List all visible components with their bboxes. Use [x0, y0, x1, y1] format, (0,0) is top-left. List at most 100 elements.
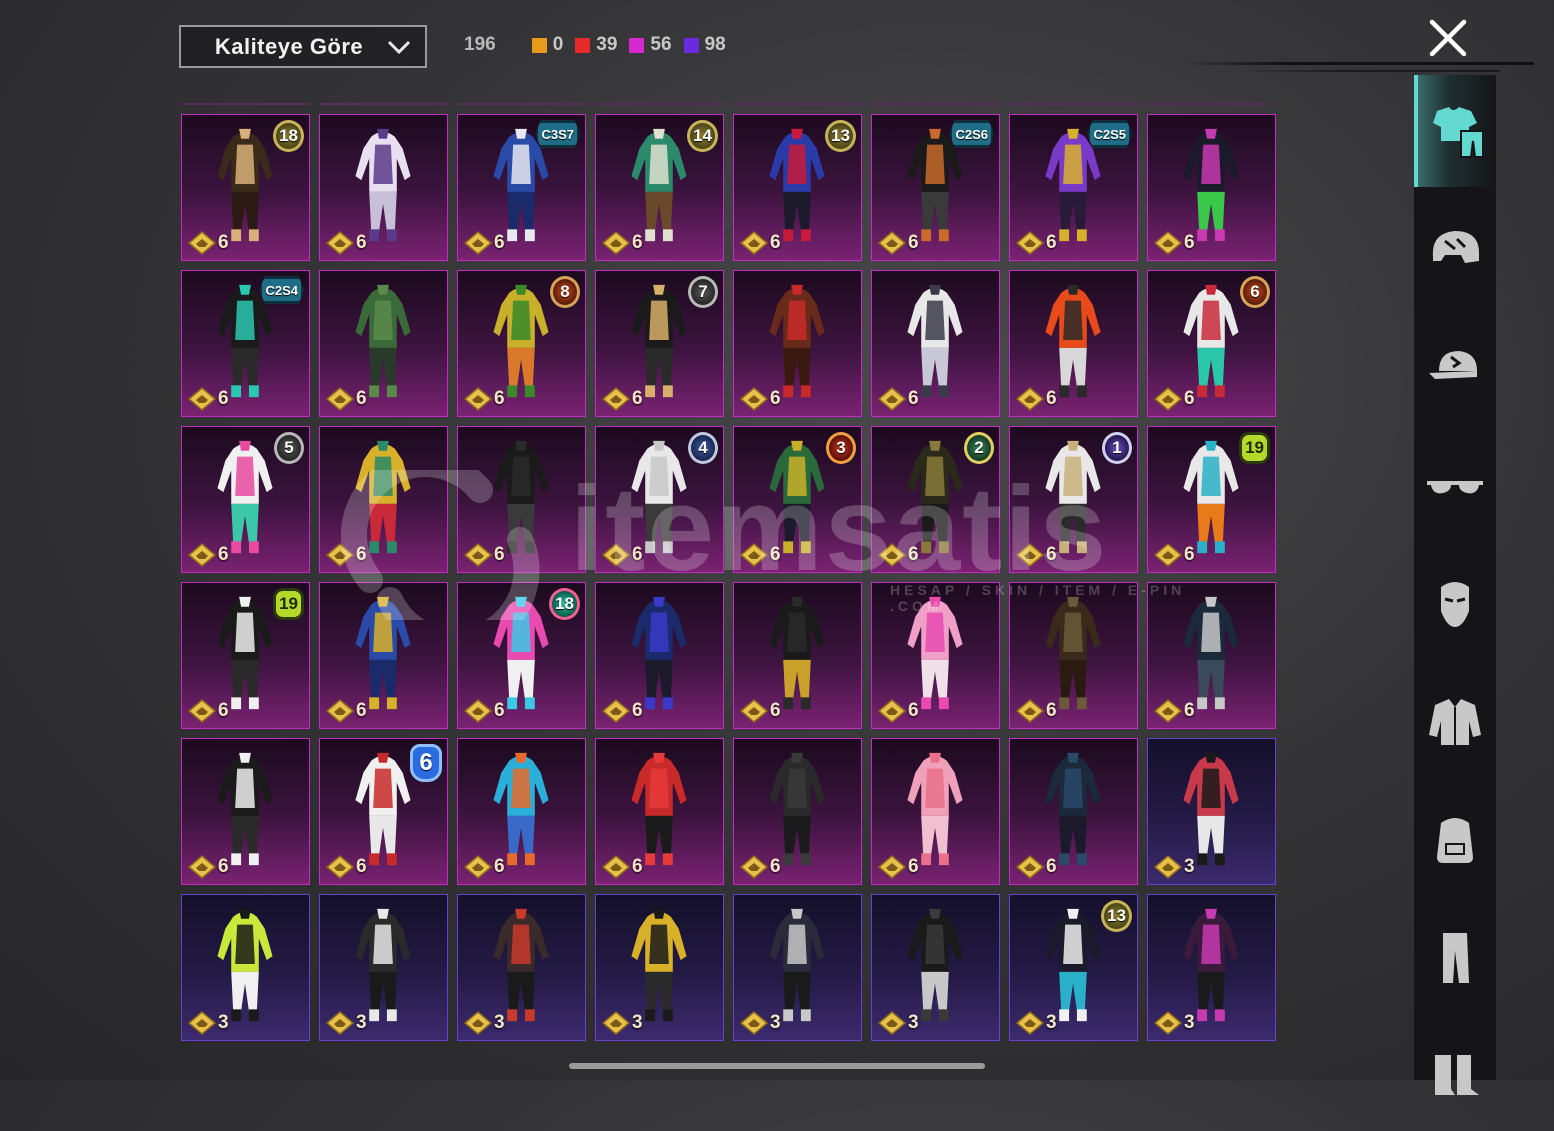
outfit-card[interactable]: 6 — [181, 738, 310, 885]
outfit-card[interactable]: C2S4 6 — [181, 270, 310, 417]
outfit-card[interactable]: 3 — [595, 894, 724, 1041]
outfit-shape — [1205, 440, 1217, 451]
outfit-card[interactable]: C2S5 6 — [1009, 114, 1138, 261]
outfit-card[interactable]: 18 6 — [181, 114, 310, 261]
outfit-shape — [1201, 612, 1221, 653]
outfit-card[interactable]: 3 — [457, 894, 586, 1041]
header-divider — [1180, 62, 1534, 65]
outfit-card[interactable]: 6 — [871, 270, 1000, 417]
outfit-card[interactable]: 6 — [319, 270, 448, 417]
tier-diamond-icon — [740, 1011, 768, 1035]
outfit-card[interactable]: 26 — [871, 426, 1000, 573]
outfit-shape — [515, 284, 527, 295]
outfit-card[interactable]: 13 6 — [733, 114, 862, 261]
outfit-card[interactable]: 66 — [319, 738, 448, 885]
category-pants[interactable] — [1414, 901, 1496, 1013]
outfit-card[interactable]: 6 — [457, 738, 586, 885]
outfit-card[interactable]: 46 — [595, 426, 724, 573]
outfit-card[interactable]: 18 6 — [457, 582, 586, 729]
outfit-card[interactable]: 6 — [319, 426, 448, 573]
level-badge: 13 — [1101, 900, 1132, 932]
outfit-card[interactable]: C3S7 6 — [457, 114, 586, 261]
outfit-card[interactable]: 76 — [595, 270, 724, 417]
outfit-shape — [507, 347, 535, 388]
outfit-shape — [938, 697, 949, 710]
outfit-card[interactable]: 19 6 — [1147, 426, 1276, 573]
jacket-icon — [1429, 699, 1481, 745]
outfit-shape — [1201, 144, 1221, 185]
outfit-card[interactable]: 36 — [733, 426, 862, 573]
outfit-card[interactable]: 16 — [1009, 426, 1138, 573]
outfit-card[interactable]: 6 — [1009, 270, 1138, 417]
outfit-card[interactable]: 6 — [871, 738, 1000, 885]
previous-row-edge — [457, 103, 586, 105]
outfit-card[interactable]: 3 — [733, 894, 862, 1041]
outfit-card[interactable]: 6 — [1009, 582, 1138, 729]
tier-indicator: 6 — [188, 543, 229, 567]
tier-diamond-icon — [464, 699, 492, 723]
outfit-shape — [938, 385, 949, 398]
level-badge: 13 — [825, 120, 856, 152]
category-boots[interactable] — [1414, 1019, 1496, 1131]
outfit-shape — [653, 752, 665, 763]
outfit-card[interactable]: 13 3 — [1009, 894, 1138, 1041]
outfit-card[interactable]: 14 6 — [595, 114, 724, 261]
outfit-card[interactable]: 56 — [181, 426, 310, 573]
outfit-card[interactable]: 6 — [319, 582, 448, 729]
tier-number: 6 — [356, 856, 367, 877]
outfit-card[interactable]: 66 — [1147, 270, 1276, 417]
outfit-card[interactable]: 3 — [181, 894, 310, 1041]
outfit-shape — [1059, 659, 1087, 700]
outfit-card[interactable]: 6 — [457, 426, 586, 573]
outfit-card[interactable]: 6 — [733, 582, 862, 729]
tier-number: 6 — [1046, 232, 1057, 253]
outfit-card[interactable]: 19 6 — [181, 582, 310, 729]
outfit-shape — [662, 229, 673, 242]
outfit-card[interactable]: 6 — [1009, 738, 1138, 885]
cap-icon — [1429, 351, 1477, 379]
outfit-card[interactable]: 6 — [871, 582, 1000, 729]
tier-indicator: 6 — [1016, 855, 1057, 879]
outfit-shape — [1059, 385, 1070, 398]
category-mask[interactable] — [1414, 547, 1496, 659]
previous-row-edge — [733, 103, 862, 105]
outfit-card[interactable]: C2S6 6 — [871, 114, 1000, 261]
outfit-shape — [524, 229, 535, 242]
close-icon[interactable] — [1426, 16, 1470, 60]
outfit-card[interactable]: 3 — [319, 894, 448, 1041]
outfit-shape — [921, 347, 949, 388]
outfit-card[interactable]: 6 — [733, 738, 862, 885]
outfit-card[interactable]: 86 — [457, 270, 586, 417]
outfit-card[interactable]: 3 — [871, 894, 1000, 1041]
level-badge: 6 — [1240, 276, 1270, 308]
tier-number: 6 — [908, 700, 919, 721]
outfit-shape — [235, 300, 255, 341]
category-outfit[interactable] — [1414, 75, 1496, 187]
outfit-card[interactable]: 6 — [319, 114, 448, 261]
outfit-card[interactable]: 6 — [733, 270, 862, 417]
tier-indicator: 3 — [878, 1011, 919, 1035]
home-indicator[interactable] — [569, 1063, 985, 1069]
outfit-shape — [1197, 853, 1208, 866]
header-divider-secondary — [1240, 70, 1500, 72]
category-backpack[interactable] — [1414, 783, 1496, 895]
outfit-shape — [929, 440, 941, 451]
outfit-card[interactable]: 3 — [1147, 894, 1276, 1041]
category-glasses[interactable] — [1414, 429, 1496, 541]
outfit-shape — [231, 815, 259, 856]
outfit-card[interactable]: 6 — [595, 582, 724, 729]
sort-dropdown[interactable]: Kaliteye Göre — [179, 25, 427, 68]
outfit-card[interactable]: 6 — [1147, 114, 1276, 261]
category-cap[interactable] — [1414, 311, 1496, 423]
outfit-shape — [1076, 385, 1087, 398]
level-badge: C3S7 — [535, 120, 580, 148]
outfit-card[interactable]: 6 — [1147, 582, 1276, 729]
outfit-card[interactable]: 3 — [1147, 738, 1276, 885]
outfit-card[interactable]: 6 — [595, 738, 724, 885]
category-jacket[interactable] — [1414, 665, 1496, 777]
tier-number: 6 — [218, 232, 229, 253]
outfit-shape — [1067, 128, 1079, 139]
tier-indicator: 6 — [326, 387, 367, 411]
outfit-shape — [800, 385, 811, 398]
category-helmet[interactable] — [1414, 193, 1496, 305]
